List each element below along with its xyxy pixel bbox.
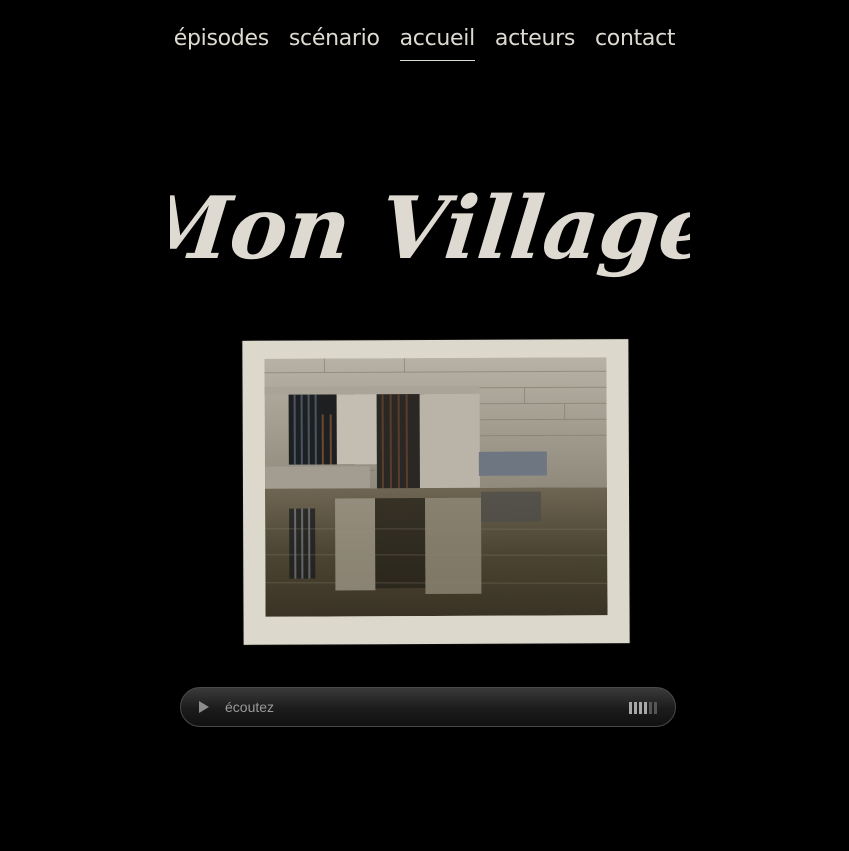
main-nav: épisodes scénario accueil acteurs contac… (0, 26, 849, 61)
site-title-svg: Mon Village (170, 178, 690, 279)
village-photo (264, 357, 608, 617)
audio-player: écoutez (180, 687, 676, 727)
volume-bar (639, 702, 642, 714)
nav-item-acteurs[interactable]: acteurs (495, 26, 575, 61)
volume-bar (644, 702, 647, 714)
volume-bar (654, 702, 657, 714)
volume-control[interactable] (629, 702, 657, 714)
nav-item-episodes[interactable]: épisodes (174, 26, 269, 61)
nav-item-contact[interactable]: contact (595, 26, 676, 61)
volume-bar (649, 702, 652, 714)
player-label: écoutez (225, 699, 275, 715)
nav-item-accueil[interactable]: accueil (399, 26, 475, 61)
nav-item-scenario[interactable]: scénario (289, 26, 380, 61)
site-title-logo: Mon Village (170, 178, 690, 298)
volume-bar (629, 702, 632, 714)
photo-frame (242, 339, 630, 645)
play-icon[interactable] (199, 701, 209, 713)
site-title-text: Mon Village (170, 178, 690, 279)
volume-bar (634, 702, 637, 714)
